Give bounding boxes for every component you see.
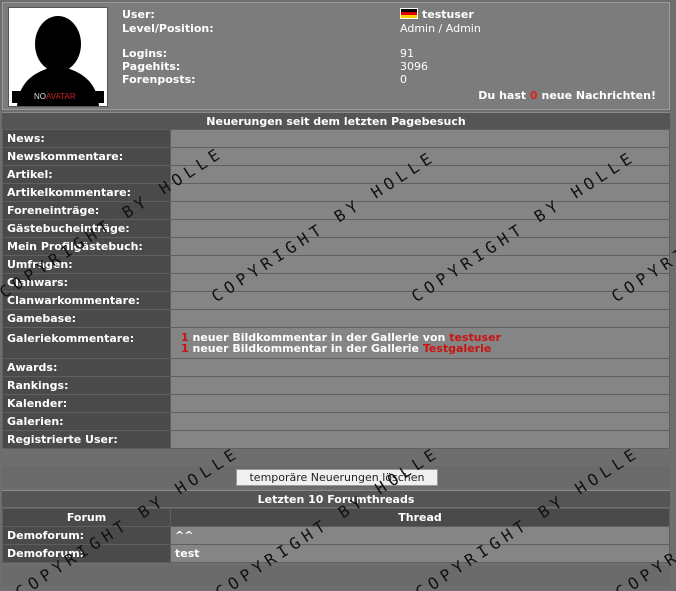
pagehits-value: 3096 <box>400 60 428 73</box>
row-value <box>170 129 670 148</box>
row-label: Awards: <box>2 358 171 377</box>
user-label: User: <box>122 8 155 21</box>
comment-text: neuer Bildkommentar in der Gallerie <box>188 342 423 355</box>
level-value: Admin / Admin <box>400 22 481 35</box>
row-value <box>170 412 670 431</box>
row-value <box>170 394 670 413</box>
row-label: Gamebase: <box>2 309 171 328</box>
table-row: News: <box>2 129 670 148</box>
table-row: Newskommentare: <box>2 147 670 166</box>
pagehits-label: Pagehits: <box>122 60 181 73</box>
news-section-title: Neuerungen seit dem letzten Pagebesuch <box>2 112 670 129</box>
row-value <box>170 183 670 202</box>
forum-link[interactable]: Demoforum: <box>2 544 171 563</box>
forum-section-title: Letzten 10 Forumthreads <box>2 490 670 507</box>
clear-updates-button[interactable]: temporäre Neuerungen löschen <box>236 469 438 486</box>
row-value <box>170 201 670 220</box>
forum-table: Forum Thread Demoforum: ^^ Demoforum: te… <box>2 508 670 563</box>
table-row: Foreneinträge: <box>2 201 670 220</box>
row-value <box>170 273 670 292</box>
table-row: Registrierte User: <box>2 430 670 449</box>
table-row: Clanwars: <box>2 273 670 292</box>
row-label: Rankings: <box>2 376 171 395</box>
new-messages-link[interactable]: Du hast 0 neue Nachrichten! <box>478 89 656 102</box>
row-label: Artikelkommentare: <box>2 183 171 202</box>
table-row: Artikelkommentare: <box>2 183 670 202</box>
row-value <box>170 255 670 274</box>
forum-column-header: Forum <box>2 508 171 527</box>
row-label: Registrierte User: <box>2 430 171 449</box>
table-row: Gästebucheinträge: <box>2 219 670 238</box>
table-row: Kalender: <box>2 394 670 413</box>
level-label: Level/Position: <box>122 22 214 35</box>
table-row: Awards: <box>2 358 670 377</box>
thread-link[interactable]: test <box>170 544 670 563</box>
row-value <box>170 165 670 184</box>
comment-count: 1 <box>181 342 189 355</box>
gallery-comment-line[interactable]: 1 neuer Bildkommentar in der Gallerie Te… <box>181 343 665 354</box>
row-label: Galerien: <box>2 412 171 431</box>
row-value <box>170 430 670 449</box>
logins-value: 91 <box>400 47 414 60</box>
user-value[interactable]: testuser <box>400 8 474 21</box>
message-count: 0 <box>529 89 538 102</box>
footer-bar <box>2 566 670 586</box>
table-row: Clanwarkommentare: <box>2 291 670 310</box>
thread-link[interactable]: ^^ <box>170 526 670 545</box>
gallery-comments: 1 neuer Bildkommentar in der Gallerie vo… <box>170 327 670 359</box>
profile-panel: NOAVATAR User: Level/Position: Logins: P… <box>2 2 670 110</box>
row-value <box>170 219 670 238</box>
row-value <box>170 309 670 328</box>
table-row: Rankings: <box>2 376 670 395</box>
clear-row: temporäre Neuerungen löschen <box>2 466 670 488</box>
forenposts-label: Forenposts: <box>122 73 196 86</box>
table-row: Mein Profilgästebuch: <box>2 237 670 256</box>
thread-column-header: Thread <box>170 508 670 527</box>
forum-link[interactable]: Demoforum: <box>2 526 171 545</box>
row-value <box>170 291 670 310</box>
table-row: Demoforum: test <box>2 544 670 563</box>
row-label: Gästebucheinträge: <box>2 219 171 238</box>
row-label: News: <box>2 129 171 148</box>
row-label: Foreneinträge: <box>2 201 171 220</box>
page: NOAVATAR User: Level/Position: Logins: P… <box>0 0 676 591</box>
row-label: Newskommentare: <box>2 147 171 166</box>
row-label: Clanwarkommentare: <box>2 291 171 310</box>
table-row: Umfragen: <box>2 255 670 274</box>
forum-header-row: Forum Thread <box>2 508 670 527</box>
table-row: Demoforum: ^^ <box>2 526 670 545</box>
row-label: Galeriekommentare: <box>2 327 171 359</box>
gallery-row: Galeriekommentare: 1 neuer Bildkommentar … <box>2 327 670 359</box>
row-label: Umfragen: <box>2 255 171 274</box>
gallery-link[interactable]: Testgalerie <box>423 342 492 355</box>
row-label: Clanwars: <box>2 273 171 292</box>
row-label: Kalender: <box>2 394 171 413</box>
row-value <box>170 147 670 166</box>
table-row: Galerien: <box>2 412 670 431</box>
logins-label: Logins: <box>122 47 167 60</box>
forenposts-value: 0 <box>400 73 407 86</box>
row-value <box>170 358 670 377</box>
row-value <box>170 237 670 256</box>
avatar: NOAVATAR <box>8 7 108 107</box>
table-row: Artikel: <box>2 165 670 184</box>
avatar-caption: NOAVATAR <box>12 91 104 103</box>
german-flag-icon <box>400 8 418 19</box>
news-table: News: Newskommentare: Artikel: Artikelkomme… <box>2 129 670 449</box>
row-label: Mein Profilgästebuch: <box>2 237 171 256</box>
table-row: Gamebase: <box>2 309 670 328</box>
row-label: Artikel: <box>2 165 171 184</box>
row-value <box>170 376 670 395</box>
